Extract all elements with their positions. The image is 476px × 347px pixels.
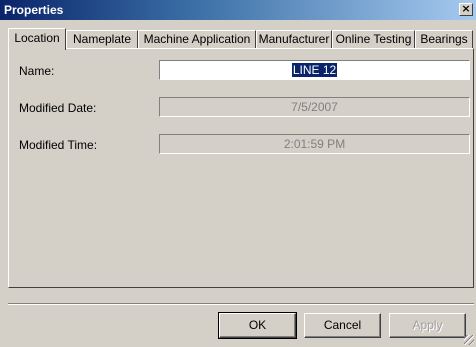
name-value: LINE 12 [291,63,338,77]
name-field[interactable]: LINE 12 [159,60,470,80]
properties-dialog: Properties × Location Nameplate Machine … [0,0,476,347]
cancel-button[interactable]: Cancel [304,313,381,338]
tab-nameplate[interactable]: Nameplate [66,30,138,49]
window-title: Properties [4,3,64,17]
footer-divider [8,303,474,305]
tab-location[interactable]: Location [8,28,66,50]
title-bar[interactable]: Properties × [0,0,476,20]
apply-button[interactable]: Apply [389,313,466,338]
resize-grip-icon[interactable] [464,335,474,345]
close-icon[interactable]: × [459,3,473,16]
name-label: Name: [19,64,55,78]
location-panel [8,48,474,288]
ok-button[interactable]: OK [218,312,297,339]
tab-bearings[interactable]: Bearings [415,30,473,49]
tab-machine-application[interactable]: Machine Application [138,30,256,49]
tab-strip: Location Nameplate Machine Application M… [8,28,474,50]
modified-date-field: 7/5/2007 [159,97,470,117]
modified-time-field: 2:01:59 PM [159,134,470,154]
tab-manufacturer[interactable]: Manufacturer [256,30,332,49]
modified-date-label: Modified Date: [19,101,97,115]
tab-online-testing[interactable]: Online Testing [332,30,415,49]
modified-time-label: Modified Time: [19,138,98,152]
